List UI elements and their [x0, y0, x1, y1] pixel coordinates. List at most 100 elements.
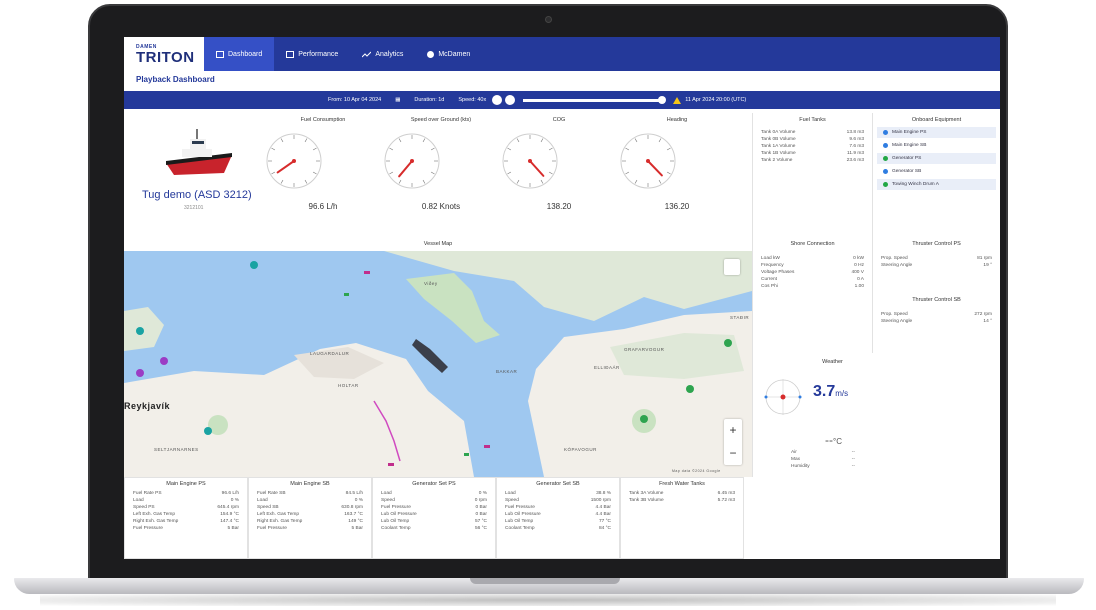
- nav-performance[interactable]: Performance: [274, 37, 350, 71]
- gauge-cog: COG 138.20: [500, 117, 618, 227]
- playback-timestamp: 11 Apr 2024 20:00 (UTC): [685, 97, 747, 103]
- brand-logo[interactable]: DAMEN TRITON: [124, 37, 204, 71]
- thruster-sb-panel: Thruster Control SB Prop. Speed 272 rpm S…: [872, 293, 1000, 353]
- zoom-in-button[interactable]: +: [724, 419, 742, 442]
- fuel-tanks-panel: Fuel Tanks Tank 0A Volume 13.8 m3 Tank 0B…: [752, 113, 872, 237]
- map-attribution: Map data ©2024 Google: [672, 469, 721, 473]
- line-chart-icon: [362, 51, 372, 57]
- card-main-engine-ps: Main Engine PS Fuel Rate PS 96.6 L/h Load…: [124, 477, 248, 559]
- gauge-value: 96.6 L/h: [308, 202, 338, 211]
- gauge-fuel-consumption: Fuel Consumption 96.6 L/h: [264, 117, 382, 227]
- map-label: SELTJARNARNES: [154, 447, 199, 452]
- dashboard-screen: DAMEN TRITON Dashboard Performance Analy…: [124, 37, 1000, 559]
- kv-row: Tank 2 Volume 23.6 m3: [761, 158, 864, 163]
- gauge-title: Fuel Consumption: [300, 117, 346, 123]
- page-title: Playback Dashboard: [136, 75, 215, 84]
- tug-vessel-image: [166, 129, 232, 175]
- bar-chart-icon: [286, 50, 295, 58]
- card-fresh-water-tanks: Fresh Water Tanks Tank 3A Volume 6.45 m3 …: [620, 477, 744, 559]
- zoom-out-button[interactable]: −: [724, 442, 742, 465]
- equipment-item[interactable]: Main Engine SB: [877, 140, 996, 151]
- card-title: Generator Set PS: [412, 481, 456, 487]
- nav-performance-label: Performance: [298, 50, 339, 58]
- equipment-item[interactable]: Generator PS: [877, 153, 996, 164]
- nav-dashboard[interactable]: Dashboard: [204, 37, 275, 71]
- map-label: KÓPAVOGUR: [564, 447, 597, 452]
- kv-row: Prop. Speed 272 rpm: [881, 312, 992, 317]
- playback-bar: From: 10 Apr 04 2024 ▦ Duration: 1d Spee…: [124, 91, 1000, 109]
- card-generator-set-ps: Generator Set PS Load 0 % Speed 0 rpm Fuel…: [372, 477, 496, 559]
- city-label: Reykjavík: [124, 401, 171, 411]
- nav-mcdamen-label: McDamen: [438, 50, 471, 58]
- map-canvas: [124, 251, 752, 477]
- vessel-name: Tug demo (ASD 3212): [142, 189, 252, 201]
- playback-slider[interactable]: [523, 95, 667, 104]
- kv-row: Voltage Phases 400 V: [761, 270, 864, 275]
- gauge-value: 0.82 Knots: [421, 202, 461, 211]
- weather-details: Air -- Max -- Humidity --: [791, 450, 855, 469]
- kv-row: Current 0 A: [761, 277, 864, 282]
- gauge-title: Speed over Ground (kts): [410, 117, 472, 123]
- gauge-value: 138.20: [546, 202, 572, 211]
- kv-row: Cos Phi 1.00: [761, 284, 864, 289]
- card-title: Main Engine SB: [290, 481, 330, 487]
- calendar-icon[interactable]: ▦: [395, 97, 400, 103]
- panel-title: Thruster Control PS: [912, 241, 961, 247]
- card-main-engine-sb: Main Engine SB Fuel Rate SB 84.5 L/h Load…: [248, 477, 372, 559]
- map-label: GRAFARVOGUR: [624, 347, 665, 352]
- vessel-map[interactable]: Reykjavík LAUGARDALUR HOLTAR ELLIÐAÁR GR…: [124, 251, 752, 477]
- laptop-shadow: [40, 594, 1056, 606]
- compass-dial: [502, 133, 558, 189]
- playback-slider-handle[interactable]: [658, 95, 667, 104]
- nav-analytics[interactable]: Analytics: [350, 37, 415, 71]
- play-button[interactable]: [492, 95, 503, 105]
- panel-title: Fuel Tanks: [799, 117, 826, 123]
- stop-button[interactable]: [505, 95, 516, 105]
- map-label: HOLTAR: [338, 383, 359, 388]
- vessel-card: Tug demo (ASD 3212) 3212101: [132, 117, 262, 227]
- nav-analytics-label: Analytics: [375, 50, 404, 58]
- kv-row: Steering Angle 19 °: [881, 263, 992, 268]
- equipment-item[interactable]: Main Engine PS: [877, 127, 996, 138]
- status-dot: [883, 169, 888, 174]
- vessel-id: 3212101: [184, 205, 204, 211]
- weather-panel: Weather 3.7m/s --°C Air -- Max -- Humidity…: [752, 337, 872, 477]
- nav-dashboard-label: Dashboard: [228, 50, 263, 58]
- laptop-notch: [470, 578, 620, 584]
- brand-name: TRITON: [136, 48, 195, 66]
- gauge-dial: [384, 133, 440, 189]
- kv-row: Tank 0A Volume 13.8 m3: [761, 130, 864, 135]
- card-generator-set-sb: Generator Set SB Load 38.8 % Speed 1500 rp…: [496, 477, 620, 559]
- duration-selector[interactable]: Duration: 1d: [414, 97, 444, 103]
- kv-row: Steering Angle 14 °: [881, 319, 992, 324]
- panel-title: Shore Connection: [790, 241, 835, 247]
- map-label: Viðey: [424, 281, 438, 286]
- status-dot: [883, 143, 888, 148]
- equipment-item[interactable]: Generator SB: [877, 166, 996, 177]
- kv-row: Frequency 0 Hz: [761, 263, 864, 268]
- fullscreen-icon[interactable]: [724, 259, 740, 275]
- card-title: Generator Set SB: [536, 481, 580, 487]
- status-dot: [883, 130, 888, 135]
- gauge-value: 136.20: [664, 202, 690, 211]
- gauge-dial: [266, 133, 322, 189]
- kv-row: Load kW 0 kW: [761, 256, 864, 261]
- temperature: --°C: [825, 433, 842, 447]
- laptop-mockup: DAMEN TRITON Dashboard Performance Analy…: [0, 0, 1096, 610]
- panel-title: Onboard Equipment: [911, 117, 962, 123]
- thruster-ps-panel: Thruster Control PS Prop. Speed 81 rpm St…: [872, 237, 1000, 293]
- map-label: LAUGARDALUR: [310, 351, 350, 356]
- wind-compass: [764, 379, 802, 415]
- speed-selector[interactable]: Speed: 40x: [458, 97, 486, 103]
- top-navigation: DAMEN TRITON Dashboard Performance Analy…: [124, 37, 1000, 71]
- zoom-control: + −: [724, 419, 742, 465]
- equipment-item[interactable]: Towing Winch Drum A: [877, 179, 996, 190]
- from-date-selector[interactable]: From: 10 Apr 04 2024: [328, 97, 381, 103]
- map-title: Vessel Map: [423, 241, 453, 247]
- card-title: Main Engine PS: [166, 481, 206, 487]
- user-icon: [427, 50, 435, 58]
- gauge-title: COG: [552, 117, 566, 123]
- gauge-heading: Heading 136.20: [618, 117, 736, 227]
- nav-mcdamen[interactable]: McDamen: [415, 37, 482, 71]
- kv-row: Prop. Speed 81 rpm: [881, 256, 992, 261]
